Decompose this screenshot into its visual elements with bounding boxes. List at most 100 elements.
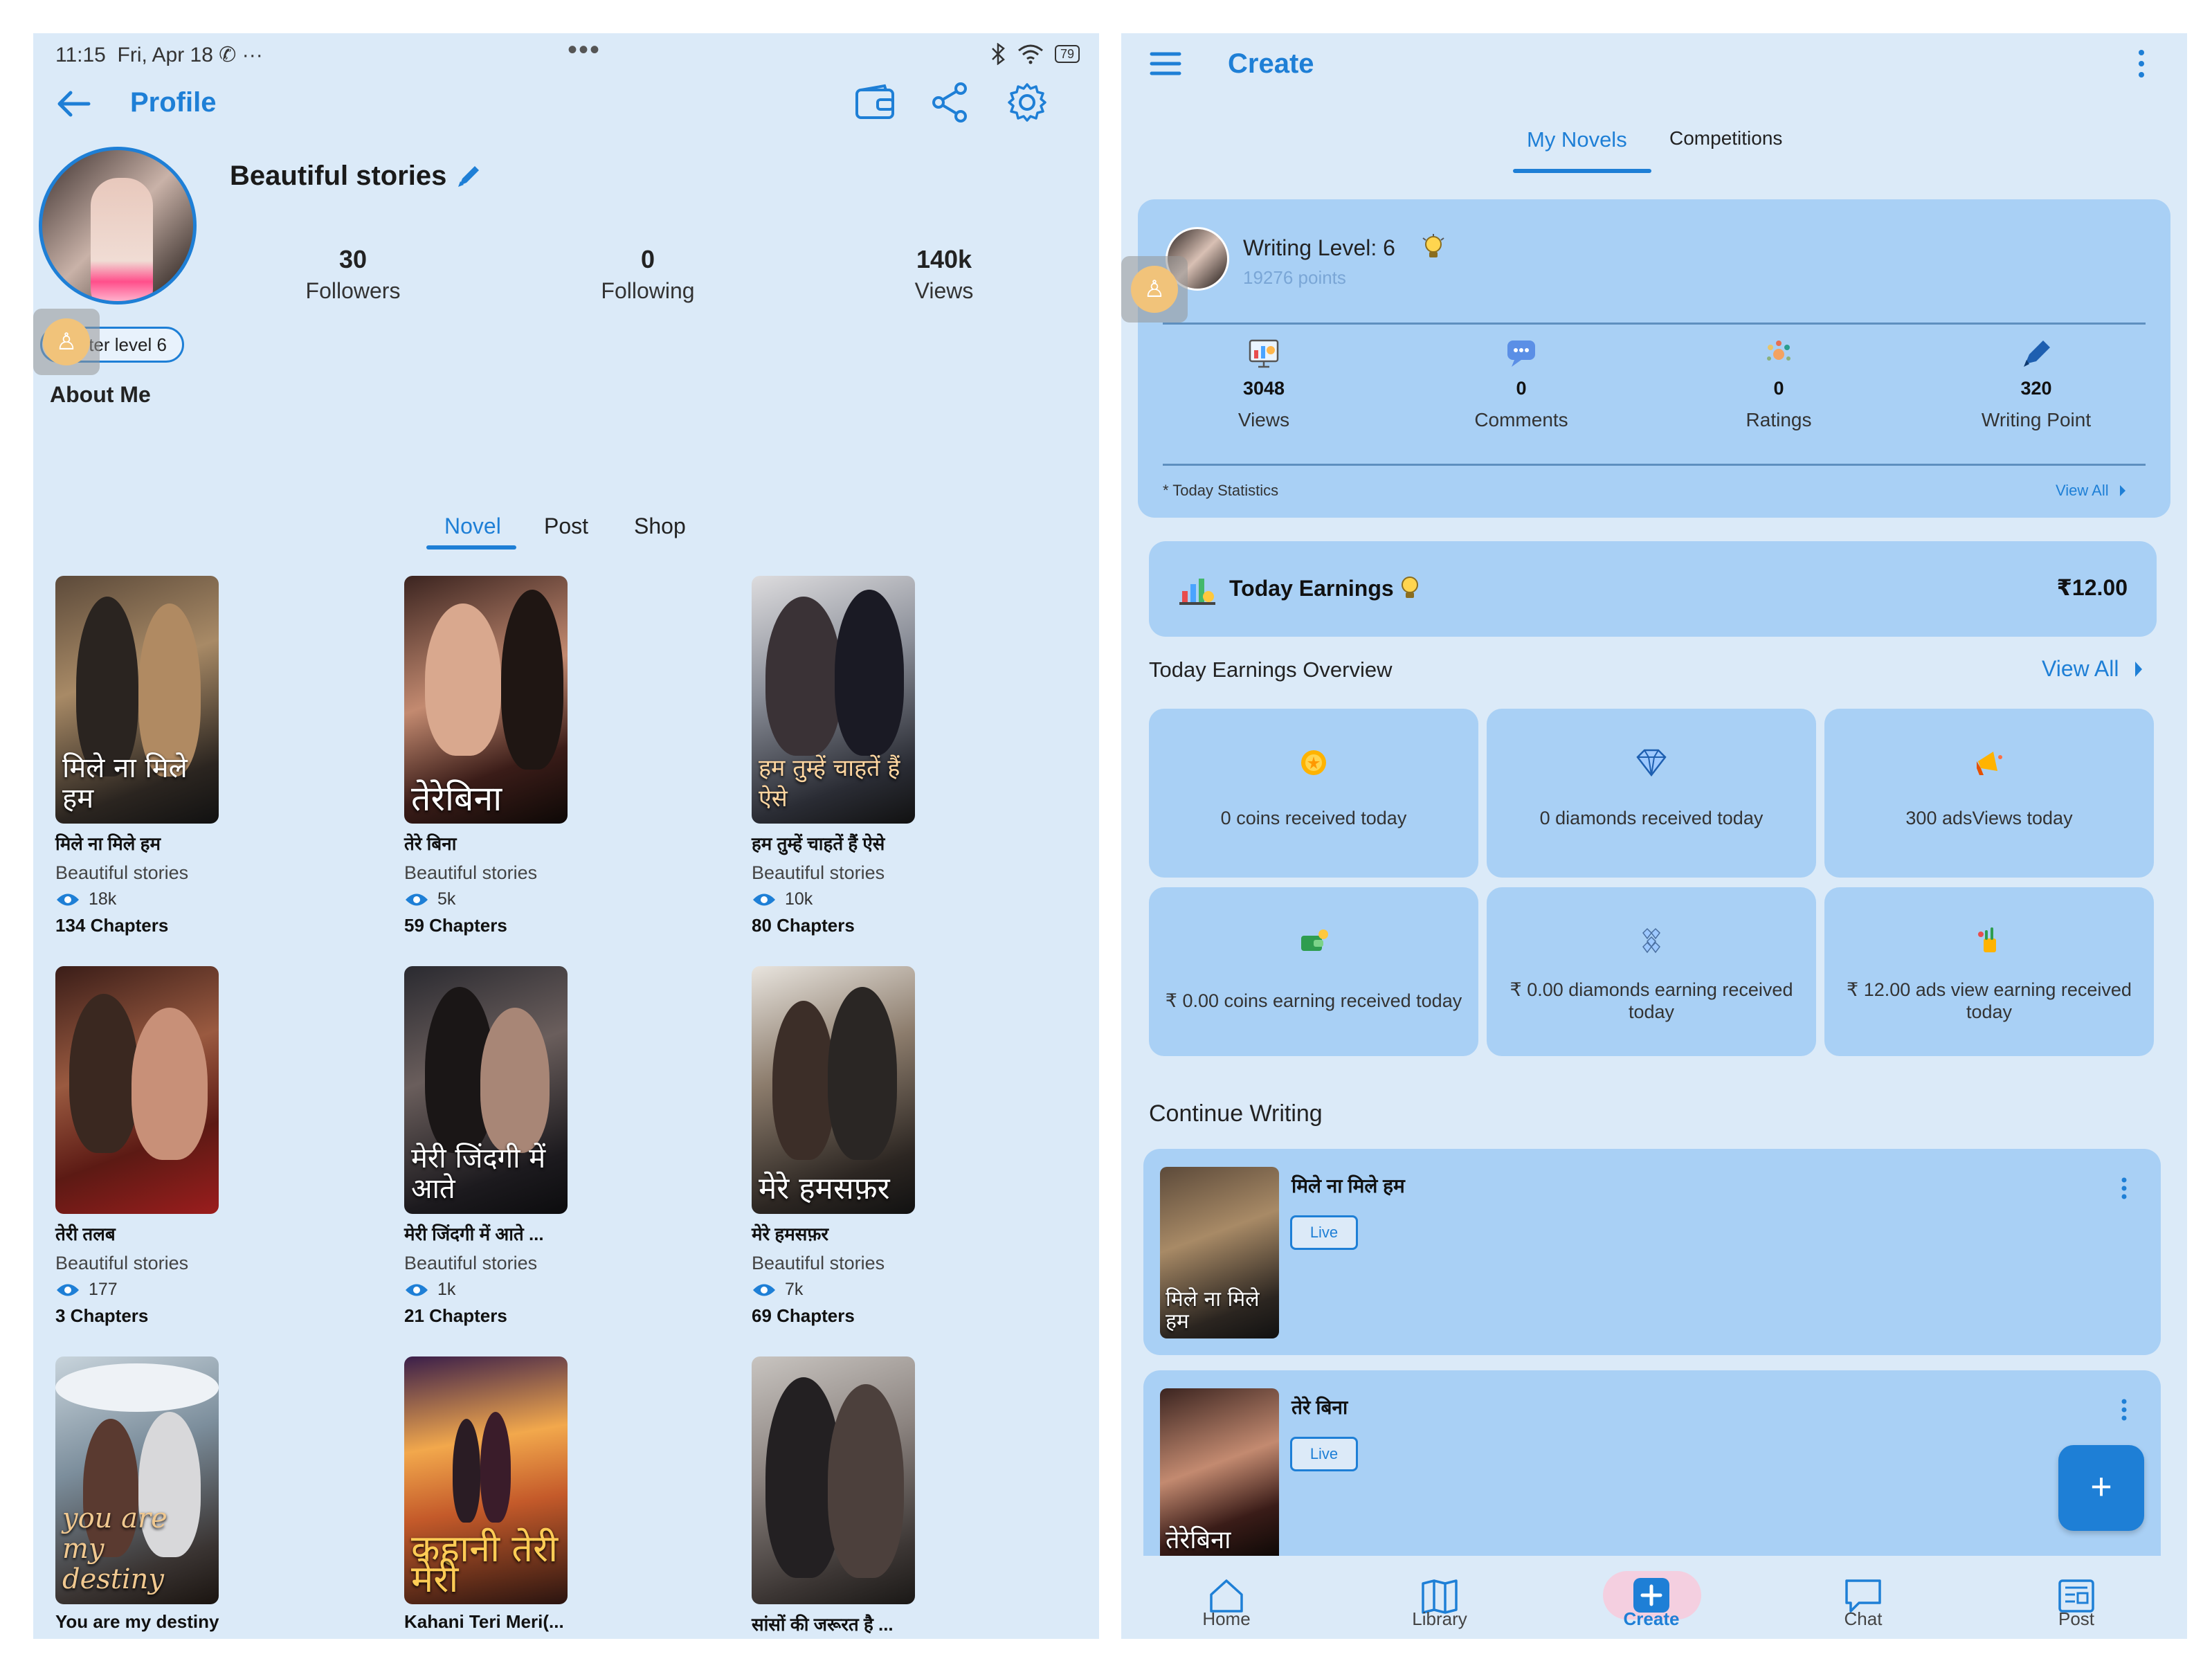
profile-name: Beautiful stories bbox=[230, 161, 447, 191]
comments-value: 0 bbox=[1516, 378, 1527, 399]
wallet-icon[interactable] bbox=[854, 83, 896, 122]
profile-avatar[interactable] bbox=[39, 147, 197, 305]
novel-card[interactable]: हम तुम्हें चाहतें हैं ऐसे हम तुम्हें चाह… bbox=[752, 576, 1084, 936]
novel-title[interactable]: मेरे हमसफ़र bbox=[752, 1221, 1084, 1246]
diamonds-tile[interactable]: 0 diamonds received today bbox=[1487, 709, 1816, 878]
wifi-icon bbox=[1017, 44, 1044, 64]
overflow-menu-icon[interactable] bbox=[2136, 48, 2147, 79]
page-title: Profile bbox=[130, 87, 217, 118]
novel-title[interactable]: सांसों की जरूरत है ... bbox=[752, 1611, 1084, 1636]
more-notifications-icon: ··· bbox=[242, 44, 263, 66]
novel-card[interactable]: you are my destiny You are my destiny bbox=[55, 1356, 388, 1633]
window-handle-icon[interactable]: ••• bbox=[568, 35, 601, 66]
comments-stat: 0 Comments bbox=[1417, 338, 1625, 431]
menu-hamburger-icon[interactable] bbox=[1149, 50, 1182, 78]
about-me-label: About Me bbox=[50, 382, 151, 407]
overview-view-all-link[interactable]: View All bbox=[2042, 656, 2143, 682]
nav-post-label[interactable]: Post bbox=[2007, 1608, 2146, 1630]
battery-icon: 79 bbox=[1054, 45, 1080, 63]
novel-chapters: 69 Chapters bbox=[752, 1305, 855, 1326]
novel-card[interactable]: मेरे हमसफ़र मेरे हमसफ़र Beautiful storie… bbox=[752, 966, 1084, 1327]
novel-card[interactable]: तेरेबिना तेरे बिना Beautiful stories 5k … bbox=[404, 576, 736, 936]
ads-earning-icon bbox=[1824, 926, 2154, 958]
novel-cover[interactable]: तेरेबिना bbox=[404, 576, 568, 824]
pen-icon bbox=[1932, 338, 2140, 368]
novel-cover[interactable]: कहानी तेरी मेरी bbox=[404, 1356, 568, 1604]
novel-cover[interactable]: you are my destiny bbox=[55, 1356, 219, 1604]
continue-writing-item[interactable]: तेरेबिना तेरे बिना Live bbox=[1143, 1370, 2161, 1578]
accessibility-icon: ♙ bbox=[43, 318, 90, 365]
followers-count[interactable]: 30 bbox=[263, 245, 443, 274]
eye-icon bbox=[57, 893, 79, 905]
novel-cover[interactable]: मेरी जिंदगी में आते bbox=[404, 966, 568, 1214]
novel-card[interactable]: सांसों की जरूरत है ... bbox=[752, 1356, 1084, 1636]
status-time: 11:15 bbox=[55, 44, 106, 66]
settings-gear-icon[interactable] bbox=[1006, 82, 1048, 123]
novel-author: Beautiful stories bbox=[404, 862, 538, 883]
novel-title[interactable]: Kahani Teri Meri(... bbox=[404, 1611, 736, 1633]
continue-cover[interactable]: मिले ना मिले हम bbox=[1160, 1167, 1279, 1338]
continue-title[interactable]: मिले ना मिले हम bbox=[1291, 1172, 1405, 1199]
caret-right-icon bbox=[2135, 661, 2143, 677]
novel-card[interactable]: तेरी तलब Beautiful stories 177 3 Chapter… bbox=[55, 966, 388, 1327]
writing-level-text: Writing Level: 6 bbox=[1243, 235, 1395, 260]
back-icon[interactable] bbox=[54, 89, 91, 119]
followers-label[interactable]: Followers bbox=[263, 278, 443, 304]
novel-title[interactable]: मेरी जिंदगी में आते ... bbox=[404, 1221, 736, 1246]
continue-cover[interactable]: तेरेबिना bbox=[1160, 1388, 1279, 1557]
today-earnings-card[interactable]: Today Earnings ₹12.00 bbox=[1149, 541, 2157, 637]
ratings-stat: 0 Ratings bbox=[1675, 338, 1883, 431]
eye-icon bbox=[406, 893, 428, 905]
tab-my-novels[interactable]: My Novels bbox=[1527, 127, 1627, 152]
novel-chapters: 3 Chapters bbox=[55, 1305, 149, 1326]
novel-title[interactable]: तेरे बिना bbox=[404, 831, 736, 855]
novel-title[interactable]: You are my destiny bbox=[55, 1611, 388, 1633]
accessibility-floating-button[interactable]: ♙ bbox=[33, 309, 100, 375]
novel-cover[interactable] bbox=[55, 966, 219, 1214]
item-overflow-menu-icon[interactable] bbox=[2121, 1398, 2128, 1422]
novel-views: 177 bbox=[89, 1280, 118, 1299]
continue-writing-item[interactable]: मिले ना मिले हम मिले ना मिले हम Live bbox=[1143, 1149, 2161, 1355]
ads-views-tile[interactable]: 300 adsViews today bbox=[1824, 709, 2154, 878]
stats-view-all-link[interactable]: View All bbox=[2056, 482, 2127, 500]
novel-cover[interactable]: मेरे हमसफ़र bbox=[752, 966, 915, 1214]
accessibility-floating-button[interactable]: ♙ bbox=[1121, 256, 1188, 323]
novel-card[interactable]: मेरी जिंदगी में आते मेरी जिंदगी में आते … bbox=[404, 966, 736, 1327]
novel-title[interactable]: मिले ना मिले हम bbox=[55, 831, 388, 855]
live-status-badge: Live bbox=[1290, 1215, 1358, 1250]
novel-cover[interactable]: हम तुम्हें चाहतें हैं ऐसे bbox=[752, 576, 915, 824]
tab-post[interactable]: Post bbox=[544, 514, 588, 539]
status-date: Fri, Apr 18 bbox=[117, 44, 213, 66]
add-novel-fab[interactable]: + bbox=[2058, 1445, 2144, 1531]
following-label[interactable]: Following bbox=[558, 278, 738, 304]
novel-card[interactable]: कहानी तेरी मेरी Kahani Teri Meri(... bbox=[404, 1356, 736, 1633]
nav-chat-label[interactable]: Chat bbox=[1794, 1608, 1932, 1630]
share-icon[interactable] bbox=[930, 82, 969, 123]
novel-title[interactable]: तेरी तलब bbox=[55, 1221, 388, 1246]
item-overflow-menu-icon[interactable] bbox=[2121, 1177, 2128, 1200]
coins-earning-tile[interactable]: ₹ 0.00 coins earning received today bbox=[1149, 887, 1478, 1056]
tab-shop[interactable]: Shop bbox=[634, 514, 686, 539]
nav-home-label[interactable]: Home bbox=[1157, 1608, 1296, 1630]
nav-create-label[interactable]: Create bbox=[1582, 1608, 1721, 1630]
diamonds-earning-tile[interactable]: ₹ 0.00 diamonds earning received today bbox=[1487, 887, 1816, 1056]
earnings-lightbulb-icon[interactable] bbox=[1398, 574, 1422, 602]
earnings-chart-icon bbox=[1178, 569, 1217, 608]
novel-cover[interactable]: मिले ना मिले हम bbox=[55, 576, 219, 824]
novel-card[interactable]: मिले ना मिले हम मिले ना मिले हम Beautifu… bbox=[55, 576, 388, 936]
ads-earning-tile[interactable]: ₹ 12.00 ads view earning received today bbox=[1824, 887, 2154, 1056]
nav-library-label[interactable]: Library bbox=[1370, 1608, 1509, 1630]
novel-author: Beautiful stories bbox=[752, 1253, 885, 1273]
gem-cluster-icon bbox=[1487, 926, 1816, 958]
novel-title[interactable]: हम तुम्हें चाहतें हैं ऐसे bbox=[752, 831, 1084, 855]
lightbulb-icon[interactable] bbox=[1422, 234, 1445, 262]
coins-tile[interactable]: 0 coins received today bbox=[1149, 709, 1478, 878]
tab-novel[interactable]: Novel bbox=[444, 514, 501, 539]
edit-pencil-icon[interactable] bbox=[455, 162, 483, 190]
caret-right-icon bbox=[2119, 485, 2125, 496]
following-count[interactable]: 0 bbox=[558, 245, 738, 274]
views-stat: 3048 Views bbox=[1160, 338, 1368, 431]
tab-competitions[interactable]: Competitions bbox=[1669, 127, 1782, 149]
continue-title[interactable]: तेरे बिना bbox=[1291, 1394, 1348, 1420]
novel-cover[interactable] bbox=[752, 1356, 915, 1604]
